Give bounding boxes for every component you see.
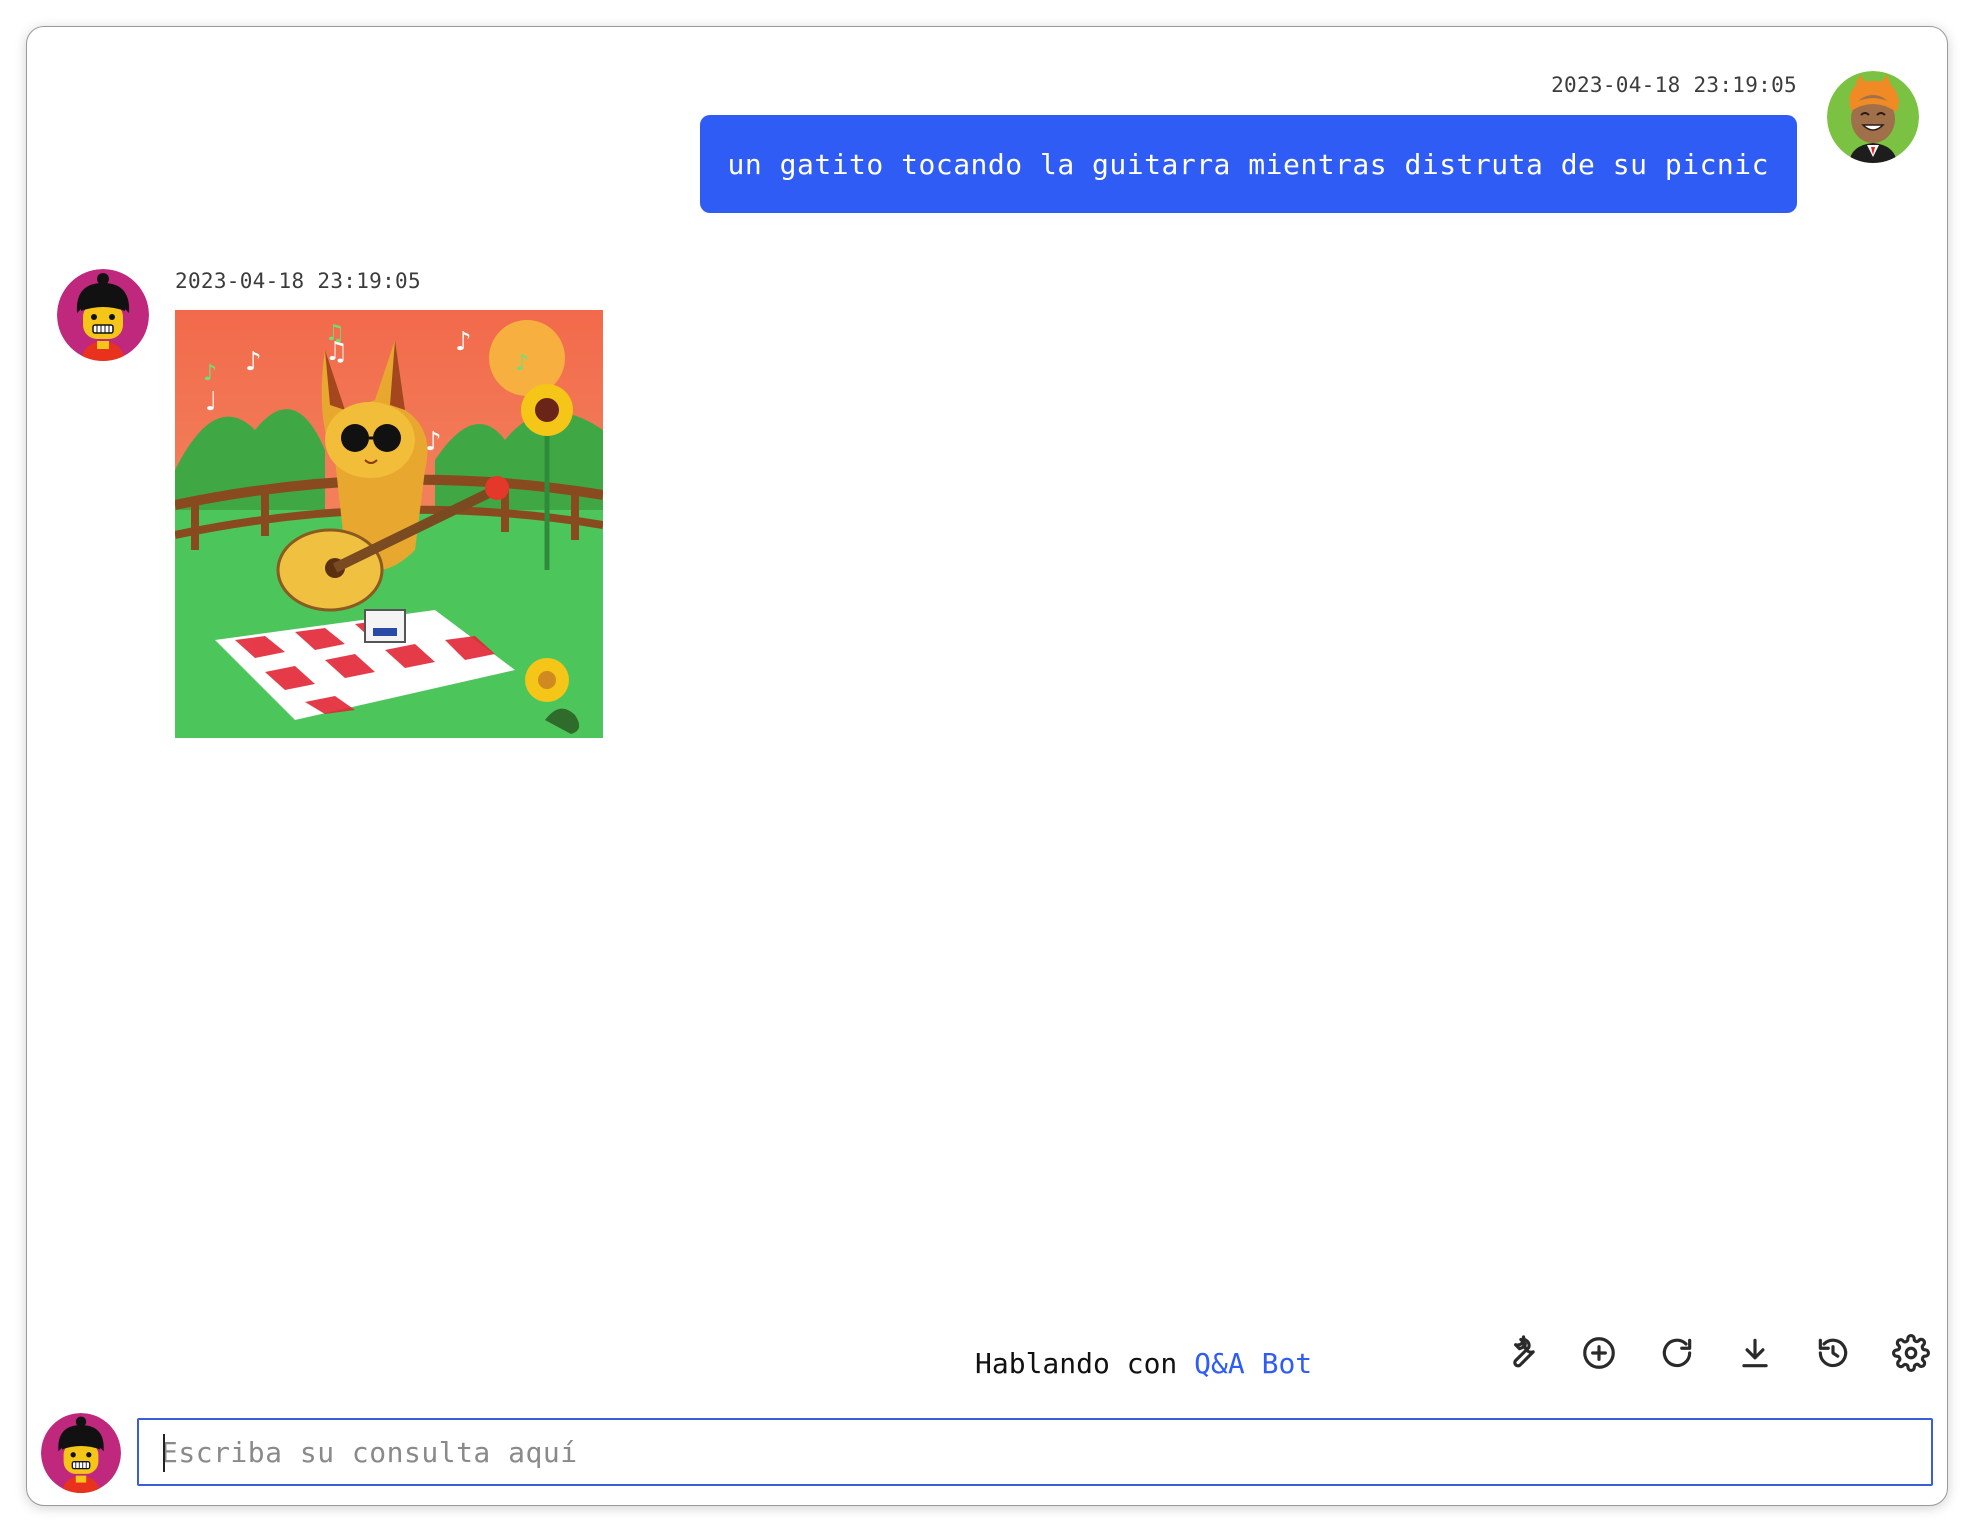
download-icon[interactable] [1735, 1333, 1775, 1373]
chat-status: Hablando con Q&A Bot [975, 1347, 1312, 1380]
bot-message-timestamp: 2023-04-18 23:19:05 [175, 269, 421, 293]
text-caret [163, 1434, 165, 1472]
user-message-bubble: un gatito tocando la guitarra mientras d… [699, 115, 1797, 213]
query-input[interactable] [139, 1420, 1931, 1484]
history-icon[interactable] [1813, 1333, 1853, 1373]
refresh-icon[interactable] [1657, 1333, 1697, 1373]
user-avatar [1827, 71, 1919, 163]
status-prefix: Hablando con [975, 1347, 1178, 1380]
bot-avatar [57, 269, 149, 361]
wrench-icon[interactable] [1501, 1333, 1541, 1373]
svg-text:♫: ♫ [325, 321, 345, 346]
query-input-wrapper [137, 1418, 1933, 1486]
add-circle-icon[interactable] [1579, 1333, 1619, 1373]
gear-icon[interactable] [1891, 1333, 1931, 1373]
svg-text:♪: ♪ [203, 361, 217, 386]
input-user-avatar [41, 1413, 121, 1493]
generated-image[interactable]: ♪ ♫ ♪ ♪ ♩ ♪ ♪ ♫ ♪ [173, 310, 604, 738]
svg-text:♪: ♪ [425, 427, 442, 457]
bot-name-link[interactable]: Q&A Bot [1194, 1347, 1312, 1380]
svg-text:♪: ♪ [515, 351, 529, 376]
chat-toolbar [1501, 1333, 1931, 1373]
chat-window: 2023-04-18 23:19:05 un gatito tocando la… [26, 26, 1948, 1506]
svg-text:♪: ♪ [245, 347, 262, 377]
svg-text:♪: ♪ [455, 327, 472, 357]
user-message-timestamp: 2023-04-18 23:19:05 [1551, 73, 1797, 97]
svg-text:♩: ♩ [205, 387, 217, 417]
